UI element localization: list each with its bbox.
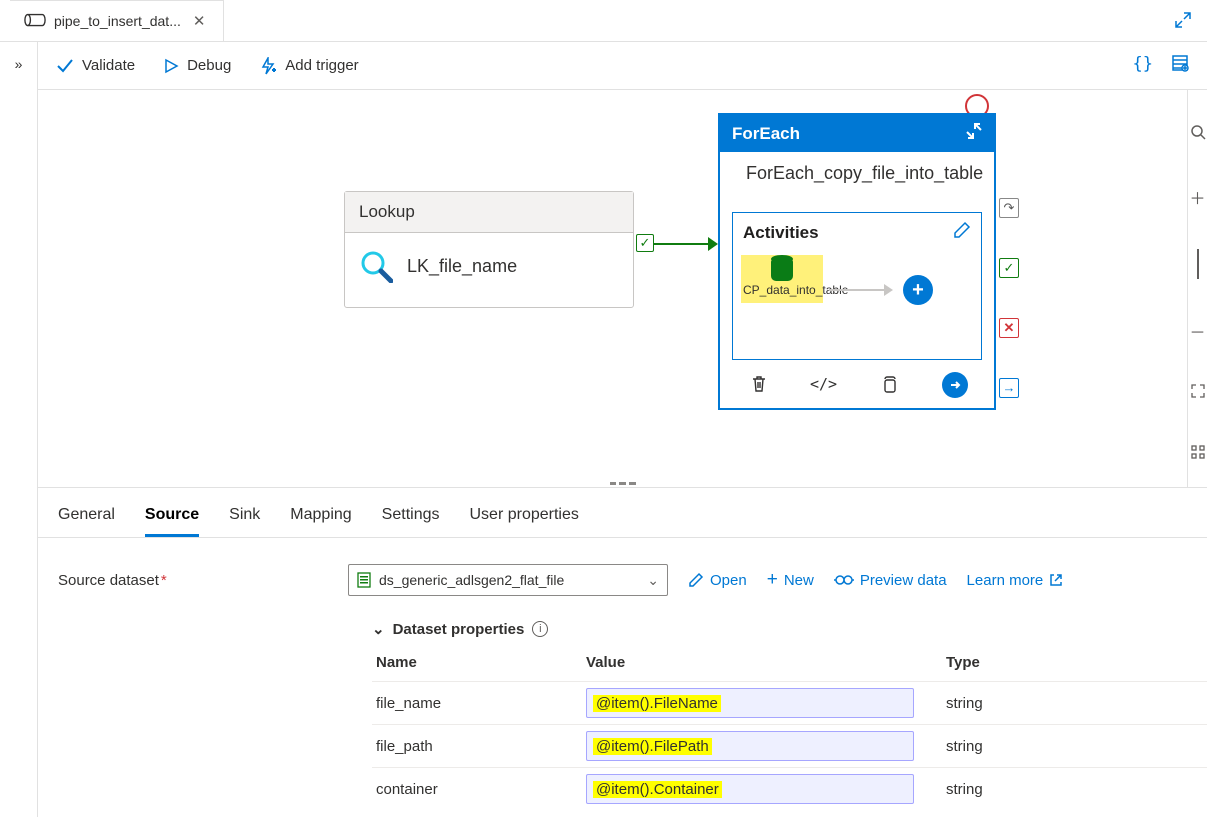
pipeline-icon (24, 12, 46, 31)
tab-bar: pipe_to_insert_dat... ✕ (0, 0, 1207, 42)
connector-line (654, 243, 714, 245)
retry-port-icon[interactable]: ↷ (999, 198, 1019, 218)
collapse-icon[interactable] (966, 123, 982, 144)
info-icon[interactable]: i (532, 621, 548, 637)
layout-icon[interactable] (1190, 444, 1206, 465)
code-icon[interactable]: {} (1133, 54, 1153, 77)
table-row: file_name @item().FileName string (372, 682, 1207, 725)
copy-data-icon (771, 259, 793, 281)
inner-activities-container[interactable]: Activities CP_data_into_table + (732, 212, 982, 360)
tab-mapping[interactable]: Mapping (290, 506, 351, 537)
connector-arrow-icon (708, 237, 718, 251)
failure-port-icon[interactable]: ✕ (999, 318, 1019, 338)
plus-icon: + (767, 569, 778, 591)
zoom-search-icon[interactable] (1190, 124, 1206, 145)
source-dataset-label: Source dataset* (58, 572, 328, 589)
pencil-icon (688, 572, 704, 588)
source-dataset-select[interactable]: ds_generic_adlsgen2_flat_file ⌄ (348, 564, 668, 596)
foreach-header: ForEach (732, 124, 800, 144)
fit-icon[interactable] (1190, 383, 1206, 404)
zoom-in-icon[interactable]: ＋ (1189, 185, 1205, 209)
tab-user-properties[interactable]: User properties (469, 506, 578, 537)
external-link-icon (1049, 573, 1063, 587)
tab-general[interactable]: General (58, 506, 115, 537)
param-value-input[interactable]: @item().FileName (586, 688, 914, 718)
lookup-header: Lookup (345, 192, 633, 233)
foreach-activity[interactable]: ForEach ForEach_copy_file_into_table Act… (718, 113, 996, 410)
canvas-tools: ＋ － (1187, 90, 1207, 487)
tab-title: pipe_to_insert_dat... (54, 13, 181, 29)
pipeline-tab[interactable]: pipe_to_insert_dat... ✕ (10, 0, 224, 41)
validate-button[interactable]: Validate (56, 57, 135, 75)
add-activity-button[interactable]: + (903, 275, 933, 305)
panel-resize-grip[interactable] (610, 482, 636, 487)
zoom-bar-icon[interactable] (1197, 249, 1199, 279)
lookup-name: LK_file_name (407, 256, 517, 277)
panel-tabs: General Source Sink Mapping Settings Use… (38, 488, 1207, 538)
copy-activity[interactable]: CP_data_into_table (741, 255, 823, 303)
edit-icon[interactable] (953, 221, 971, 244)
success-connector-icon[interactable]: ✓ (636, 234, 654, 252)
col-name: Name (372, 646, 582, 682)
search-icon (359, 249, 393, 283)
table-row: container @item().Container string (372, 768, 1207, 811)
activities-label: Activities (743, 223, 819, 243)
foreach-output-ports: ↷ ✓ ✕ → (999, 198, 1019, 398)
play-icon (163, 58, 179, 74)
check-icon (56, 57, 74, 75)
lookup-activity[interactable]: Lookup LK_file_name (344, 191, 634, 308)
chevron-down-icon: ⌄ (647, 572, 659, 589)
dataset-properties-table: Name Value Type file_name @item().FileNa… (372, 646, 1207, 810)
code-icon[interactable]: </> (812, 372, 836, 396)
add-trigger-button[interactable]: Add trigger (259, 57, 358, 75)
run-icon[interactable] (942, 372, 968, 398)
zoom-out-icon[interactable]: － (1189, 319, 1205, 343)
completion-port-icon[interactable]: → (999, 378, 1019, 398)
collapse-panel-button[interactable]: » (0, 42, 38, 817)
preview-data-button[interactable]: Preview data (834, 572, 947, 589)
trigger-icon (259, 57, 277, 75)
clone-icon[interactable] (877, 372, 901, 396)
pipeline-toolbar: Validate Debug Add trigger {} (38, 42, 1207, 90)
properties-icon[interactable] (1171, 54, 1189, 77)
foreach-name: ForEach_copy_file_into_table (746, 162, 983, 185)
success-port-icon[interactable]: ✓ (999, 258, 1019, 278)
learn-more-link[interactable]: Learn more (967, 572, 1064, 589)
properties-panel: General Source Sink Mapping Settings Use… (38, 488, 1207, 817)
debug-button[interactable]: Debug (163, 57, 231, 74)
dataset-icon (357, 572, 371, 588)
expand-icon[interactable] (1175, 12, 1191, 33)
inner-connector (829, 289, 885, 291)
col-type: Type (942, 646, 1207, 682)
pipeline-canvas[interactable]: Lookup LK_file_name ✓ ForEach (38, 90, 1207, 488)
new-dataset-button[interactable]: + New (767, 569, 814, 591)
tab-sink[interactable]: Sink (229, 506, 260, 537)
open-dataset-button[interactable]: Open (688, 572, 747, 589)
col-value: Value (582, 646, 942, 682)
tab-settings[interactable]: Settings (382, 506, 440, 537)
delete-icon[interactable] (747, 372, 771, 396)
tab-source[interactable]: Source (145, 506, 199, 537)
param-value-input[interactable]: @item().FilePath (586, 731, 914, 761)
table-row: file_path @item().FilePath string (372, 725, 1207, 768)
chevron-down-icon: ⌄ (372, 620, 385, 638)
preview-icon (834, 573, 854, 587)
close-icon[interactable]: ✕ (189, 12, 210, 30)
param-value-input[interactable]: @item().Container (586, 774, 914, 804)
dataset-properties-header[interactable]: ⌄ Dataset properties i (38, 606, 1207, 646)
